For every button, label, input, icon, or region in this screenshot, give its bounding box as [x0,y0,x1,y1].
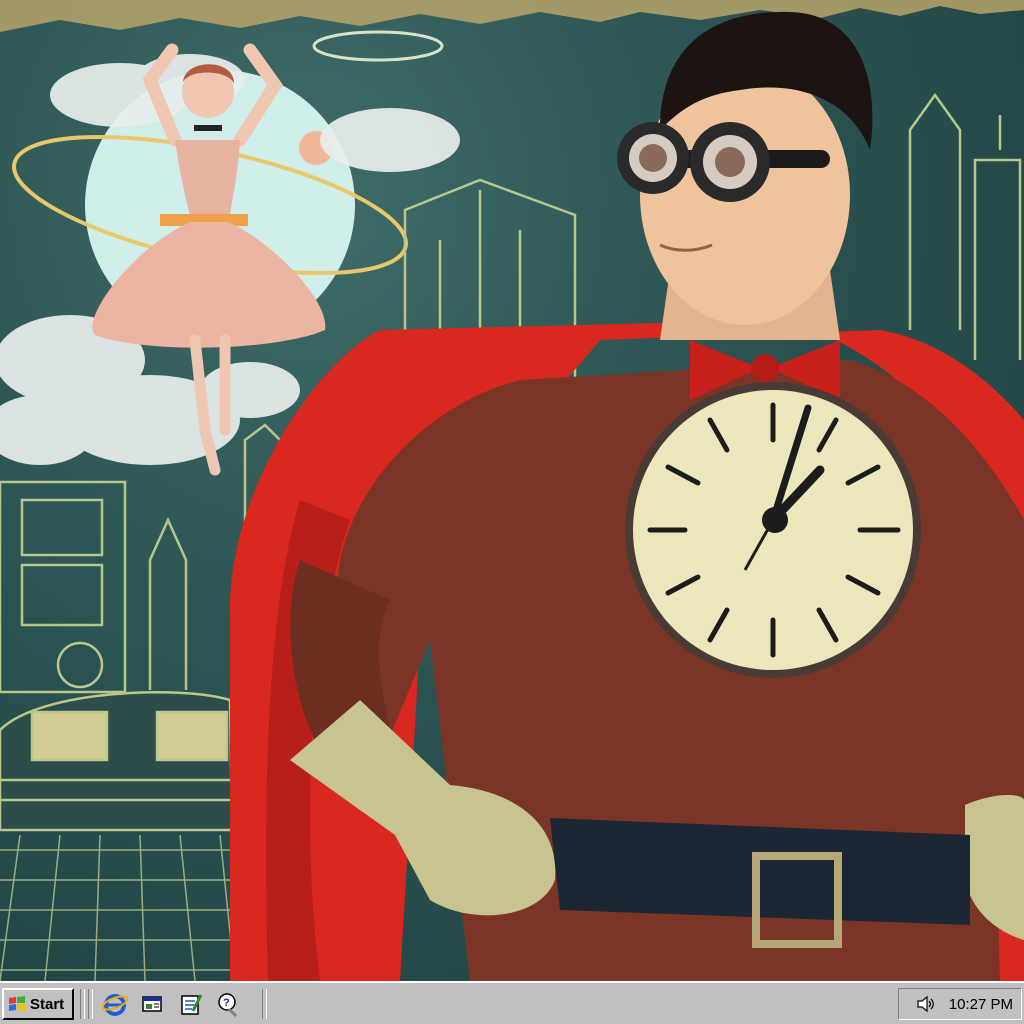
chest-clock [625,382,921,678]
speaker-icon[interactable] [915,993,937,1015]
start-label: Start [30,995,65,1013]
retro-car [0,691,234,832]
taskbar-grip[interactable] [80,989,85,1019]
notepad-icon[interactable] [178,991,204,1017]
taskbar: Start ? 10:27 PM [0,981,1024,1024]
internet-explorer-icon[interactable] [102,991,128,1017]
help-icon[interactable]: ? [216,991,242,1017]
start-button[interactable]: Start [2,988,74,1020]
tray-clock[interactable]: 10:27 PM [949,996,1013,1013]
torn-paper-edge [0,0,1024,32]
taskbar-grip[interactable] [88,989,93,1019]
wallpaper-illustration [0,0,1024,981]
grid-floor [0,834,236,981]
taskbar-grip[interactable] [262,989,267,1019]
svg-text:?: ? [223,997,230,1009]
system-tray: 10:27 PM [898,988,1022,1020]
show-desktop-icon[interactable] [140,991,166,1017]
windows-flag-icon [9,996,25,1011]
desktop-wallpaper [0,0,1024,981]
halo-ring [312,30,444,62]
